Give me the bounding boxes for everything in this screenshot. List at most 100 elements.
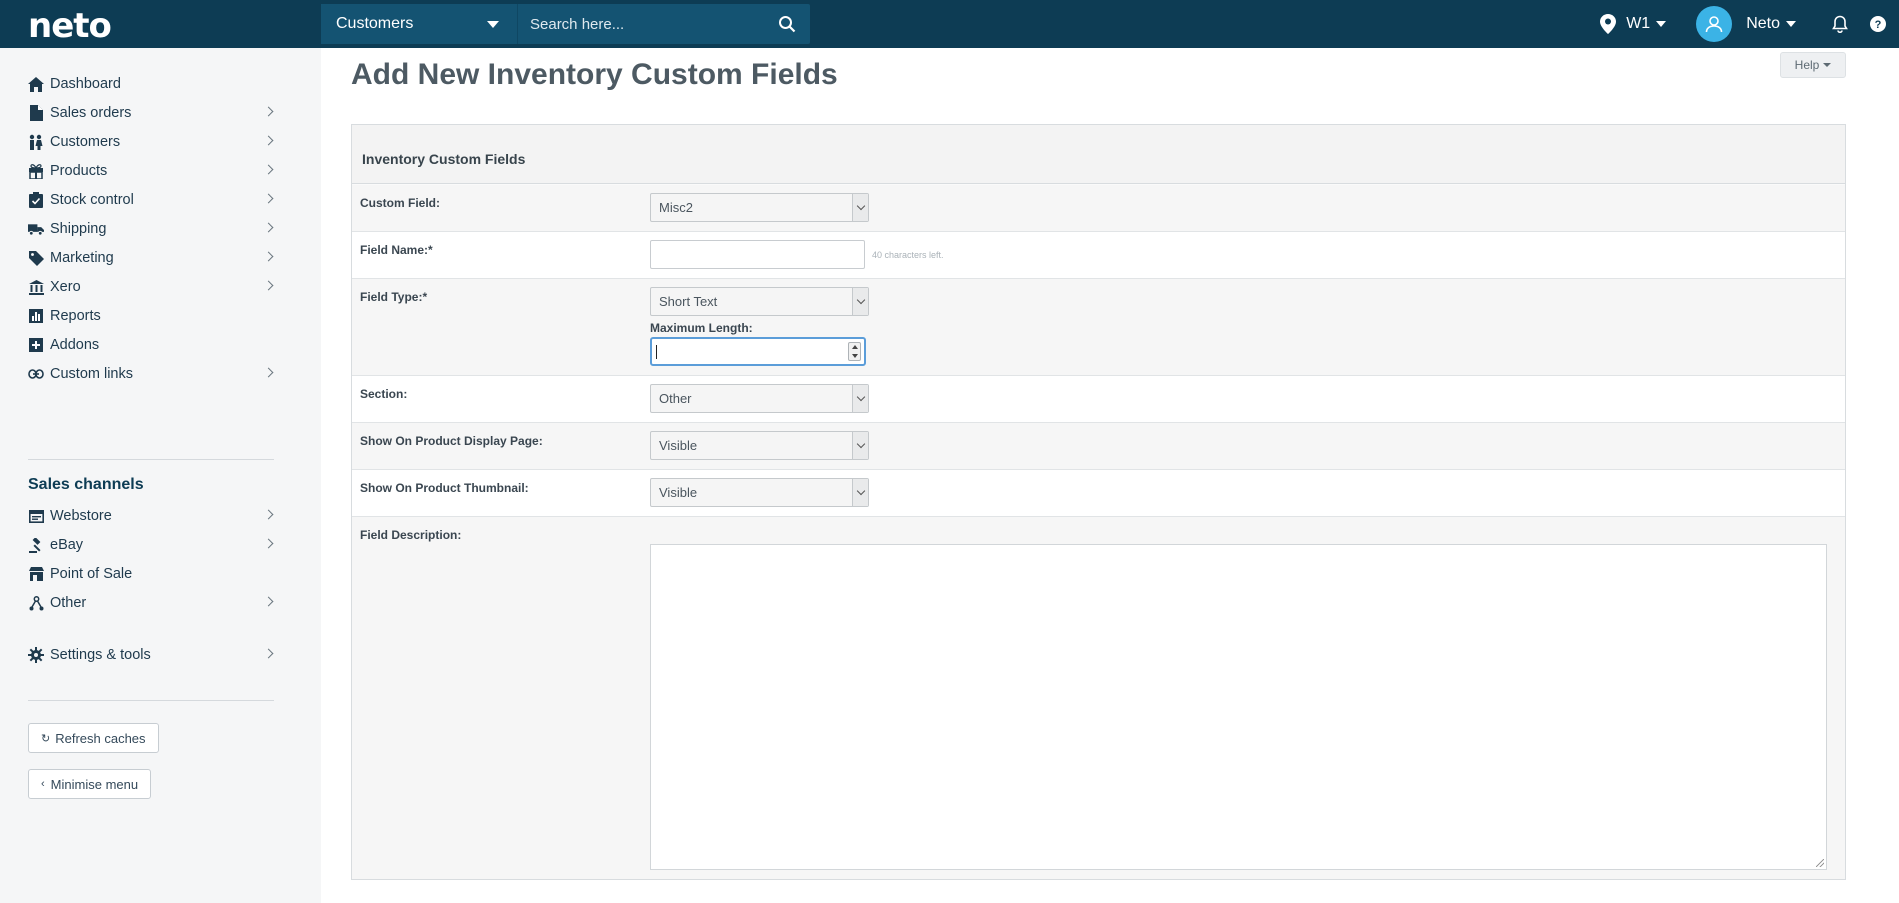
chart-icon — [28, 308, 44, 324]
neto-logo[interactable]: neto — [28, 6, 112, 46]
gavel-icon — [28, 537, 44, 553]
field-description-label: Field Description: — [360, 528, 462, 542]
avatar — [1696, 6, 1733, 42]
sidebar-item-custom-links[interactable]: Custom links — [28, 360, 274, 388]
user-menu[interactable]: Neto — [1696, 6, 1796, 42]
sidebar-item-marketing[interactable]: Marketing — [28, 244, 274, 272]
sidebar-item-sales-orders[interactable]: Sales orders — [28, 99, 274, 127]
sidebar-item-label: Reports — [50, 308, 101, 324]
chevron-down-icon — [852, 385, 868, 412]
section-row: Section: Other — [352, 376, 1845, 423]
sidebar-item-label: Dashboard — [50, 76, 121, 92]
field-name-input[interactable] — [650, 240, 865, 269]
maximum-length-label: Maximum Length: — [650, 321, 753, 335]
sidebar-item-shipping[interactable]: Shipping — [28, 215, 274, 243]
sidebar-item-stock-control[interactable]: Stock control — [28, 186, 274, 214]
truck-icon — [28, 221, 44, 237]
sidebar-item-webstore[interactable]: Webstore — [28, 502, 274, 530]
field-type-select[interactable]: Short Text — [650, 287, 869, 316]
caret-down-icon — [1656, 21, 1667, 27]
show-display-page-select[interactable]: Visible — [650, 431, 869, 460]
show-display-page-label: Show On Product Display Page: — [360, 434, 543, 448]
search-input[interactable] — [518, 4, 764, 44]
sidebar-item-label: Addons — [50, 337, 100, 353]
chevron-right-icon — [263, 367, 274, 378]
number-spinner[interactable] — [848, 342, 861, 361]
tag-icon — [28, 250, 44, 266]
chevron-right-icon — [263, 251, 274, 262]
chevron-right-icon — [263, 106, 274, 117]
document-icon — [28, 105, 44, 121]
sidebar-item-point-of-sale[interactable]: Point of Sale — [28, 560, 272, 588]
minimise-menu-label: Minimise menu — [50, 776, 139, 792]
field-description-textarea[interactable] — [650, 544, 1827, 870]
location-selector[interactable]: W1 — [1600, 14, 1667, 34]
resize-grip-icon[interactable] — [1816, 859, 1824, 867]
show-display-page-row: Show On Product Display Page: Visible — [352, 423, 1845, 470]
search-icon[interactable] — [764, 4, 810, 44]
sidebar-item-label: Customers — [50, 134, 121, 150]
main-content: Add New Inventory Custom Fields Help Inv… — [321, 48, 1899, 903]
field-name-label: Field Name:* — [360, 243, 433, 257]
sidebar-item-label: Settings & tools — [50, 647, 151, 663]
chevron-right-icon — [263, 135, 274, 146]
sidebar-item-xero[interactable]: Xero — [28, 273, 274, 301]
refresh-caches-button[interactable]: ↻ Refresh caches — [28, 723, 159, 753]
custom-field-row: Custom Field: Misc2 — [352, 185, 1845, 232]
sidebar-item-customers[interactable]: Customers — [28, 128, 274, 156]
sidebar-item-label: Point of Sale — [50, 566, 133, 582]
show-thumbnail-value: Visible — [659, 485, 698, 500]
network-icon — [28, 595, 44, 611]
help-circle-icon[interactable]: ? — [1870, 16, 1886, 32]
maximum-length-input[interactable] — [650, 337, 866, 366]
sidebar-item-dashboard[interactable]: Dashboard — [28, 70, 272, 98]
section-value: Other — [659, 391, 692, 406]
sidebar-item-label: Shipping — [50, 221, 107, 237]
chevron-right-icon — [263, 222, 274, 233]
field-type-label: Field Type:* — [360, 290, 428, 304]
clipboard-check-icon — [28, 192, 44, 208]
panel-header: Inventory Custom Fields — [352, 125, 1845, 184]
sidebar-item-label: Xero — [50, 279, 81, 295]
section-select[interactable]: Other — [650, 384, 869, 413]
search-scope-label: Customers — [336, 15, 414, 32]
top-right-tools: W1 Neto ? — [1600, 0, 1899, 48]
sidebar-item-other[interactable]: Other — [28, 589, 274, 617]
sidebar-item-label: Products — [50, 163, 108, 179]
search-scope-dropdown[interactable]: Customers — [321, 4, 518, 44]
chevron-right-icon — [263, 509, 274, 520]
sidebar-item-reports[interactable]: Reports — [28, 302, 272, 330]
custom-field-select[interactable]: Misc2 — [650, 193, 869, 222]
panel-title: Inventory Custom Fields — [362, 151, 526, 167]
chevron-right-icon — [263, 280, 274, 291]
help-button[interactable]: Help — [1780, 52, 1846, 78]
custom-fields-panel: Inventory Custom Fields Custom Field: Mi… — [351, 124, 1846, 880]
chevron-right-icon — [263, 648, 274, 659]
page-title: Add New Inventory Custom Fields — [351, 58, 838, 91]
bank-icon — [28, 279, 44, 295]
sidebar-item-addons[interactable]: Addons — [28, 331, 272, 359]
show-thumbnail-label: Show On Product Thumbnail: — [360, 481, 529, 495]
sidebar-item-settings-tools[interactable]: Settings & tools — [28, 641, 274, 669]
map-pin-icon — [1600, 14, 1617, 34]
home-icon — [28, 76, 44, 92]
caret-down-icon — [1786, 21, 1796, 27]
refresh-icon: ↻ — [41, 732, 51, 745]
caret-down-icon — [1823, 63, 1832, 67]
sidebar-item-products[interactable]: Products — [28, 157, 274, 185]
browser-icon — [28, 508, 44, 524]
show-thumbnail-row: Show On Product Thumbnail: Visible — [352, 470, 1845, 517]
plus-square-icon — [28, 337, 44, 353]
chevron-right-icon — [263, 596, 274, 607]
help-label: Help — [1794, 58, 1820, 72]
refresh-caches-label: Refresh caches — [55, 730, 146, 746]
chevron-down-icon — [852, 288, 868, 315]
divider — [28, 700, 274, 701]
field-type-row: Field Type:* Short Text Maximum Length: — [352, 279, 1845, 376]
show-thumbnail-select[interactable]: Visible — [650, 478, 869, 507]
minimise-menu-button[interactable]: ‹ Minimise menu — [28, 769, 152, 799]
location-label: W1 — [1626, 15, 1651, 32]
sidebar-item-ebay[interactable]: eBay — [28, 531, 274, 559]
bell-icon[interactable] — [1832, 15, 1848, 33]
chevron-right-icon — [263, 164, 274, 175]
